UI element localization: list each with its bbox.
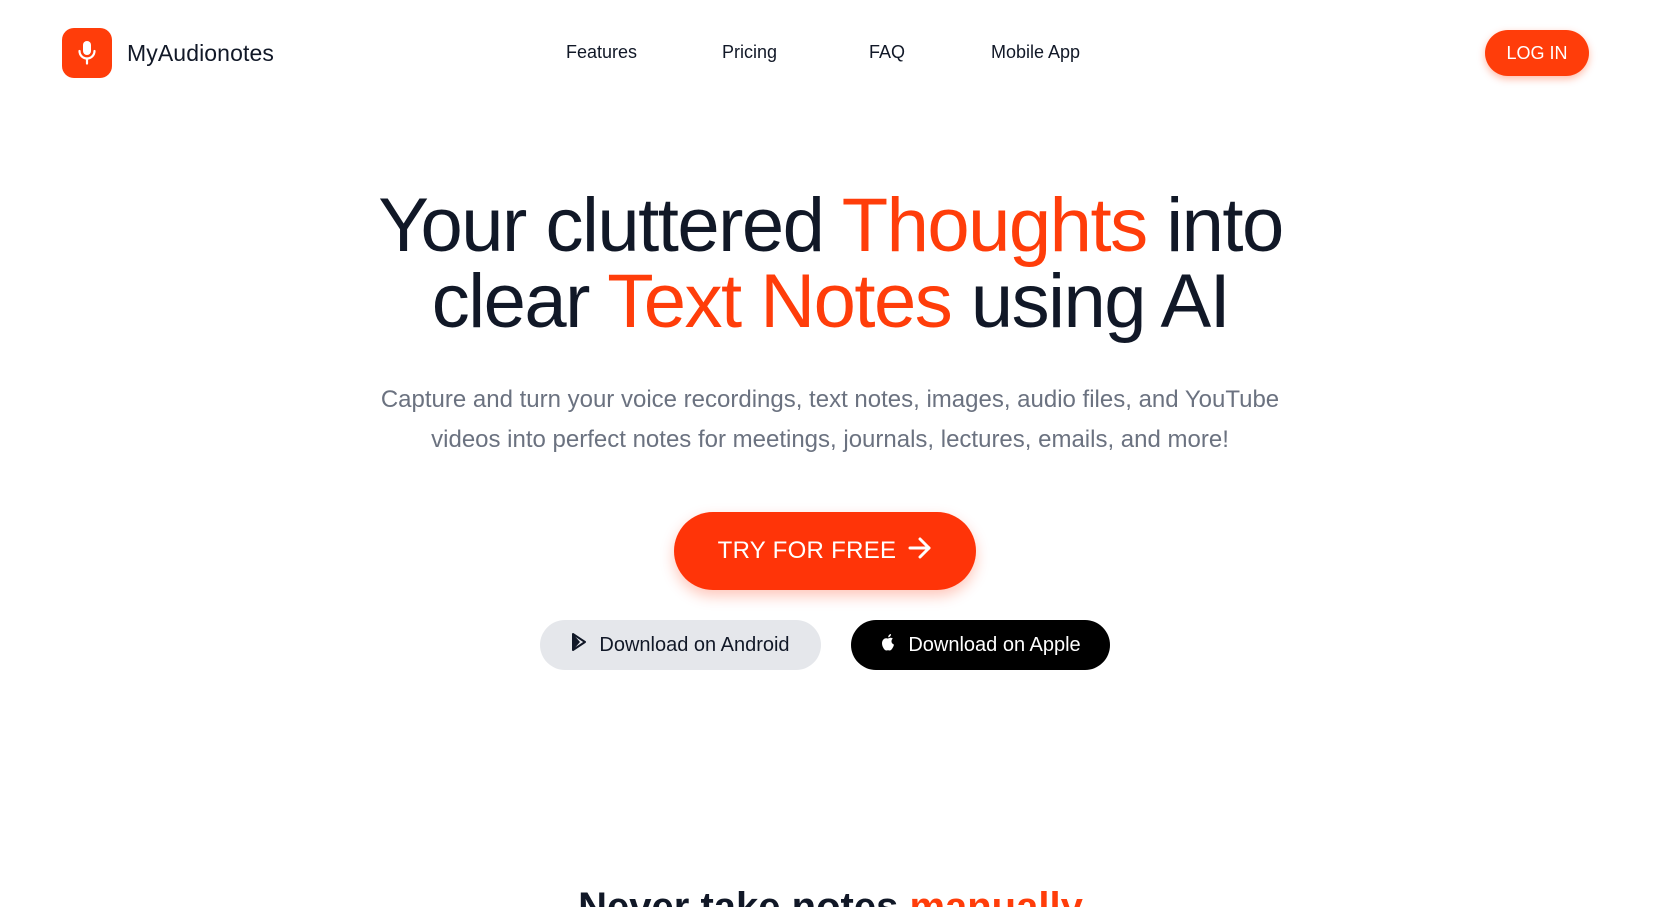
hero-title-line-1: Your cluttered Thoughts into (0, 188, 1661, 264)
download-apple-label: Download on Apple (908, 633, 1081, 656)
section-title: Never take notes manually (0, 885, 1661, 907)
login-button[interactable]: LOG IN (1485, 30, 1589, 76)
play-store-icon (571, 633, 587, 657)
hero-title-text: Your cluttered (378, 183, 842, 268)
nav-faq[interactable]: FAQ (869, 42, 905, 63)
brand-logo-link[interactable]: MyAudionotes (62, 28, 274, 78)
hero-title: Your cluttered Thoughts into clear Text … (0, 188, 1661, 340)
hero-subtitle-line-1: Capture and turn your voice recordings, … (380, 386, 1280, 413)
try-for-free-label: TRY FOR FREE (717, 537, 897, 564)
microphone-icon (62, 28, 112, 78)
apple-icon (880, 633, 896, 658)
nav-pricing[interactable]: Pricing (722, 42, 777, 63)
download-apple-button[interactable]: Download on Apple (851, 620, 1110, 670)
hero-title-highlight: Text Notes (607, 259, 953, 344)
hero-title-text: into (1146, 183, 1284, 268)
hero-title-text: clear (431, 259, 608, 344)
section-title-highlight: manually (909, 885, 1083, 907)
hero-subtitle: Capture and turn your voice recordings, … (330, 380, 1330, 460)
brand-name: MyAudionotes (127, 39, 274, 66)
hero-subtitle-line-2: videos into perfect notes for meetings, … (431, 426, 1229, 453)
hero-title-text: using AI (951, 259, 1231, 344)
hero-title-highlight: Thoughts (841, 183, 1148, 268)
nav-mobile-app[interactable]: Mobile App (991, 42, 1080, 63)
section-title-text: Never take notes (578, 885, 910, 907)
hero-title-line-2: clear Text Notes using AI (0, 264, 1661, 340)
site-header: MyAudionotes Features Pricing FAQ Mobile… (0, 0, 1661, 108)
download-android-button[interactable]: Download on Android (540, 620, 821, 670)
download-android-label: Download on Android (599, 633, 790, 656)
try-for-free-button[interactable]: TRY FOR FREE (674, 512, 976, 590)
nav-features[interactable]: Features (566, 42, 637, 63)
landing-page: MyAudionotes Features Pricing FAQ Mobile… (0, 0, 1661, 907)
arrow-right-icon (908, 537, 932, 566)
